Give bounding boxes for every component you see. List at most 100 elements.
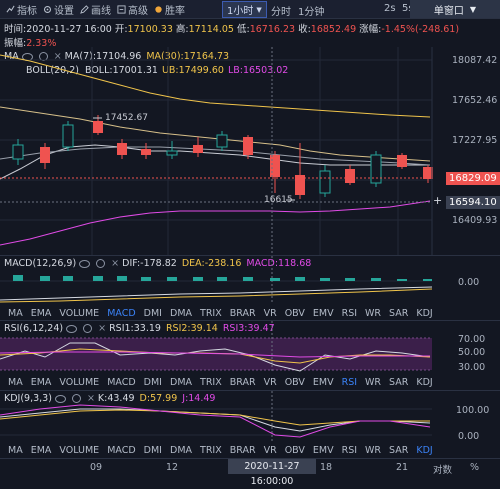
tab-dma[interactable]: DMA: [170, 445, 192, 456]
candle: [345, 165, 355, 185]
tab-kdj[interactable]: KDJ: [416, 377, 432, 388]
info-high: 17114.05: [188, 24, 234, 35]
x-axis-label: 12: [166, 462, 179, 473]
indicator-tabs-3: MA EMA VOLUME MACD DMI DMA TRIX BRAR VR …: [0, 443, 433, 457]
refresh-2s[interactable]: 2s: [384, 3, 396, 14]
tab-ema[interactable]: EMA: [31, 445, 52, 456]
y-axis-label: 17652.46: [452, 95, 498, 106]
indicator-tabs: MA EMA VOLUME MACD DMI DMA TRIX BRAR VR …: [0, 306, 433, 320]
toolbar-draw[interactable]: 画线: [80, 2, 111, 17]
tab-volume[interactable]: VOLUME: [59, 445, 99, 456]
tab-sar[interactable]: SAR: [389, 445, 408, 456]
chevron-down-icon: ▼: [256, 5, 262, 14]
indicator-icon: [6, 5, 15, 13]
annotation-high: 17452.67: [105, 113, 148, 123]
top-toolbar: 指标 设置 画线 高级 胜率 1小时 ▼ 分时 1分钟 2s 5s 单窗口 ▼: [0, 0, 500, 19]
tab-ema[interactable]: EMA: [31, 377, 52, 388]
y-axis-label: 16409.93: [452, 215, 498, 226]
layers-icon: [117, 4, 126, 14]
tab-ma[interactable]: MA: [8, 445, 23, 456]
tab-kdj[interactable]: KDJ: [416, 445, 432, 456]
tab-dmi[interactable]: DMI: [144, 445, 162, 456]
tab-wr[interactable]: WR: [365, 377, 381, 388]
candle: [62, 121, 74, 151]
y-axis-label: 18087.42: [452, 55, 498, 66]
tab-emv[interactable]: EMV: [313, 377, 334, 388]
tab-wr[interactable]: WR: [365, 308, 381, 319]
info-low: 16716.23: [249, 24, 296, 35]
toolbar-advanced[interactable]: 高级: [117, 2, 148, 17]
macd-chart[interactable]: [0, 256, 432, 304]
tab-vr[interactable]: VR: [264, 445, 277, 456]
candle: [40, 143, 50, 169]
tab-trix[interactable]: TRIX: [200, 377, 222, 388]
tab-vr[interactable]: VR: [264, 308, 277, 319]
macd-axis-label: 0.00: [458, 277, 480, 288]
toolbar-indicators[interactable]: 指标: [6, 2, 37, 17]
tab-dma[interactable]: DMA: [170, 308, 192, 319]
tab-trix[interactable]: TRIX: [200, 445, 222, 456]
tab-ma[interactable]: MA: [8, 377, 23, 388]
annotation-low: 16615: [264, 195, 293, 205]
candle: [397, 153, 407, 169]
interval-select[interactable]: 1小时 ▼: [222, 1, 267, 18]
rsi-axis-label: 30.00: [458, 362, 486, 373]
tab-dma[interactable]: DMA: [170, 377, 192, 388]
info-open: 17100.33: [127, 24, 173, 35]
macd-dea-line: [0, 288, 432, 303]
candle: [12, 139, 24, 165]
tab-brar[interactable]: BRAR: [230, 377, 256, 388]
tab-macd[interactable]: MACD: [107, 445, 135, 456]
tab-obv[interactable]: OBV: [285, 308, 305, 319]
macd-histogram: [13, 275, 432, 281]
info-time: 时间:2020-11-27 16:00: [4, 24, 112, 35]
tab-sar[interactable]: SAR: [389, 377, 408, 388]
tab-wr[interactable]: WR: [365, 445, 381, 456]
add-icon[interactable]: +: [433, 194, 442, 207]
tab-rsi[interactable]: RSI: [342, 445, 357, 456]
tab-rsi[interactable]: RSI: [342, 377, 357, 388]
tab-brar[interactable]: BRAR: [230, 308, 256, 319]
tab-brar[interactable]: BRAR: [230, 445, 256, 456]
toolbar-winrate[interactable]: 胜率: [154, 2, 185, 17]
tab-volume[interactable]: VOLUME: [59, 377, 99, 388]
candle: [141, 143, 151, 159]
last-price-tag: 16829.09: [446, 172, 500, 185]
interval-timeshare[interactable]: 分时: [271, 3, 291, 18]
tab-obv[interactable]: OBV: [285, 377, 305, 388]
tab-macd[interactable]: MACD: [107, 308, 135, 319]
tab-emv[interactable]: EMV: [313, 308, 334, 319]
tab-dmi[interactable]: DMI: [144, 308, 162, 319]
tab-emv[interactable]: EMV: [313, 445, 334, 456]
tab-ema[interactable]: EMA: [31, 308, 52, 319]
boll-lb-line: [0, 200, 431, 246]
window-mode-select[interactable]: 单窗口 ▼: [410, 0, 500, 18]
tab-kdj[interactable]: KDJ: [416, 308, 432, 319]
kdj-chart[interactable]: [0, 391, 432, 441]
tab-macd[interactable]: MACD: [107, 377, 135, 388]
pen-icon: [80, 4, 89, 14]
kdj-axis-label: 100.00: [456, 405, 490, 416]
tab-obv[interactable]: OBV: [285, 445, 305, 456]
tab-rsi[interactable]: RSI: [342, 308, 357, 319]
tab-sar[interactable]: SAR: [389, 308, 408, 319]
x-axis-label: 18: [320, 462, 333, 473]
rsi-chart[interactable]: [0, 321, 432, 373]
interval-1min[interactable]: 1分钟: [298, 3, 324, 18]
tab-vr[interactable]: VR: [264, 377, 277, 388]
toolbar-settings[interactable]: 设置: [43, 2, 74, 17]
y-axis-label: 17227.95: [452, 135, 498, 146]
tab-volume[interactable]: VOLUME: [59, 308, 99, 319]
tab-trix[interactable]: TRIX: [200, 308, 222, 319]
gear-icon: [43, 5, 52, 13]
sun-icon: [155, 5, 162, 13]
log-scale-toggle[interactable]: 对数: [433, 462, 452, 476]
cursor-price-tag: 16594.10: [446, 196, 500, 209]
percent-toggle[interactable]: %: [470, 462, 479, 473]
tab-ma[interactable]: MA: [8, 308, 23, 319]
candle: [117, 139, 127, 159]
candle: [295, 143, 305, 199]
tab-dmi[interactable]: DMI: [144, 377, 162, 388]
rsi-axis-label: 50.00: [458, 347, 486, 358]
price-chart[interactable]: [0, 47, 500, 255]
